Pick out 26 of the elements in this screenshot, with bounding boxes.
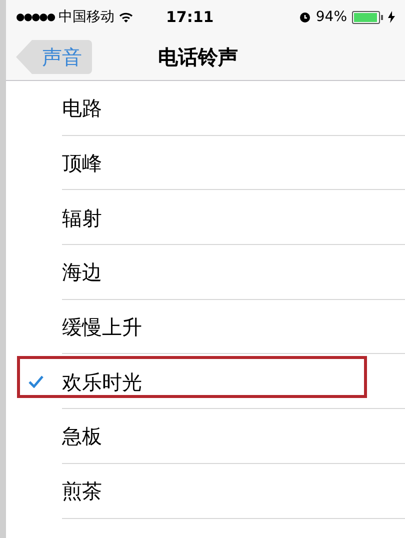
ringtone-name: 欢乐时光 bbox=[62, 368, 142, 396]
battery-percentage: 94% bbox=[316, 8, 347, 26]
ringtone-name: 电路 bbox=[62, 95, 102, 122]
ringtone-row[interactable]: 辐射 bbox=[6, 190, 405, 246]
battery-icon bbox=[352, 10, 383, 24]
ringtone-name: 顶峰 bbox=[62, 150, 102, 178]
signal-strength: ●●●●● bbox=[16, 10, 55, 24]
screen-title: 电话铃声 bbox=[158, 44, 238, 71]
ringtone-name: 煎茶 bbox=[62, 478, 102, 506]
ringtone-name: 缓慢上升 bbox=[62, 314, 142, 342]
clock-time: 17:11 bbox=[166, 6, 215, 28]
charging-bolt-icon bbox=[388, 11, 395, 23]
ringtone-row[interactable]: 顶峰 bbox=[6, 136, 405, 190]
alarm-clock-icon bbox=[298, 11, 311, 23]
ringtone-row[interactable]: 欢乐时光 bbox=[6, 354, 405, 410]
ringtone-row[interactable]: 海边 bbox=[6, 245, 405, 300]
ringtone-name: 海边 bbox=[62, 259, 102, 286]
ringtone-name: 急板 bbox=[62, 423, 102, 450]
wifi-icon bbox=[118, 12, 133, 22]
ringtone-row[interactable]: 电路 bbox=[6, 81, 405, 136]
ringtone-name: 辐射 bbox=[62, 204, 102, 232]
ringtone-row[interactable]: 急板 bbox=[6, 409, 405, 464]
carrier-name: 中国移动 bbox=[58, 8, 115, 26]
ringtone-row[interactable]: 缓慢上升 bbox=[6, 300, 405, 354]
checkmark-icon bbox=[28, 375, 44, 388]
ringtone-row[interactable]: 煎茶 bbox=[6, 464, 405, 518]
